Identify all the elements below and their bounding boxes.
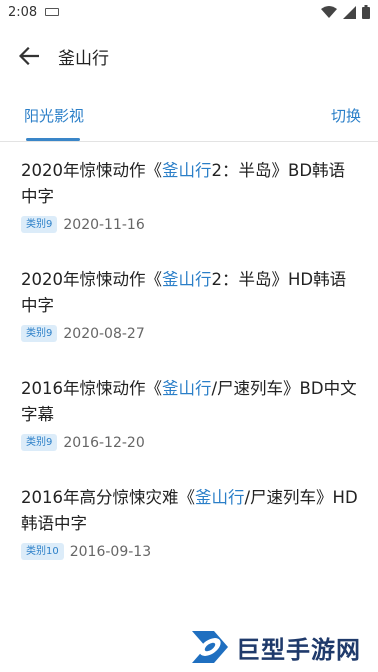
result-date: 2020-08-27	[63, 325, 145, 342]
watermark: 巨型手游网	[188, 622, 373, 672]
watermark-logo-icon	[192, 631, 228, 663]
arrow-left-icon	[19, 47, 39, 65]
result-item[interactable]: 2020年惊悚动作《釜山行2：半岛》BD韩语中字 类别9 2020-11-16	[0, 142, 378, 251]
result-title: 2020年惊悚动作《釜山行2：半岛》HD韩语中字	[21, 270, 347, 315]
result-title: 2016年高分惊悚灾难《釜山行/尸速列车》HD韩语中字	[21, 488, 358, 533]
status-time: 2:08	[8, 4, 38, 20]
back-button[interactable]	[0, 24, 58, 88]
category-badge: 类别9	[21, 434, 58, 451]
watermark-text: 巨型手游网	[236, 635, 361, 664]
result-title: 2020年惊悚动作《釜山行2：半岛》BD韩语中字	[21, 161, 346, 206]
source-tab-bar: 阳光影视 切换	[0, 88, 378, 142]
result-list: 2020年惊悚动作《釜山行2：半岛》BD韩语中字 类别9 2020-11-16 …	[0, 142, 378, 578]
result-title: 2016年惊悚动作《釜山行/尸速列车》BD中文字幕	[21, 379, 357, 424]
result-item[interactable]: 2020年惊悚动作《釜山行2：半岛》HD韩语中字 类别9 2020-08-27	[0, 251, 378, 360]
result-item[interactable]: 2016年惊悚动作《釜山行/尸速列车》BD中文字幕 类别9 2016-12-20	[0, 360, 378, 469]
result-date: 2020-11-16	[63, 216, 145, 233]
category-badge: 类别9	[21, 216, 58, 233]
wifi-icon	[321, 5, 337, 18]
keyboard-icon	[45, 8, 60, 16]
category-badge: 类别10	[21, 543, 64, 560]
battery-icon	[362, 5, 370, 19]
result-date: 2016-09-13	[69, 543, 152, 560]
tab-indicator	[26, 138, 80, 141]
switch-source-button[interactable]: 切换	[331, 105, 361, 126]
signal-icon	[343, 5, 356, 19]
search-highlight: 釜山行	[162, 270, 212, 289]
app-bar: 釜山行	[0, 24, 378, 88]
category-badge: 类别9	[21, 325, 58, 342]
page-title: 釜山行	[58, 48, 109, 69]
search-highlight: 釜山行	[195, 488, 245, 507]
result-item[interactable]: 2016年高分惊悚灾难《釜山行/尸速列车》HD韩语中字 类别10 2016-09…	[0, 469, 378, 578]
search-highlight: 釜山行	[162, 161, 212, 180]
tab-source[interactable]: 阳光影视	[24, 105, 84, 126]
result-date: 2016-12-20	[63, 434, 145, 451]
search-highlight: 釜山行	[162, 379, 212, 398]
status-bar: 2:08	[0, 0, 378, 24]
